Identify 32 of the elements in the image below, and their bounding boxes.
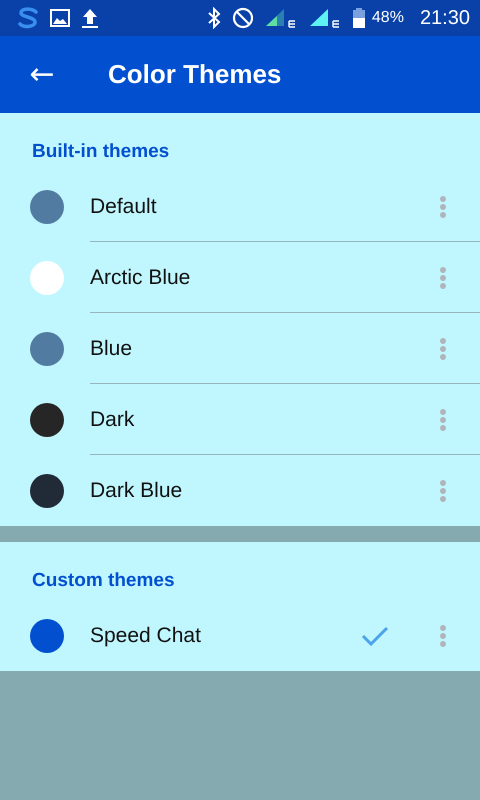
theme-item[interactable]: Speed Chat	[0, 600, 480, 671]
image-icon	[50, 9, 70, 27]
section-header: Custom themes	[31, 569, 176, 593]
theme-name: Speed Chat	[90, 624, 202, 648]
more-options-icon[interactable]	[439, 624, 447, 648]
back-button[interactable]: ←	[0, 57, 84, 92]
section-header: Built-in themes	[31, 140, 170, 164]
theme-name: Arctic Blue	[90, 266, 192, 290]
theme-name: Dark Blue	[90, 478, 184, 502]
signal-icon	[308, 7, 342, 29]
theme-item[interactable]: Blue	[0, 313, 480, 384]
more-options-icon[interactable]	[439, 266, 447, 290]
bluetooth-icon	[206, 7, 222, 29]
signal-icon	[264, 7, 298, 29]
battery-level: 48%	[372, 9, 404, 27]
theme-item[interactable]: Dark Blue	[0, 455, 480, 526]
more-options-icon[interactable]	[439, 336, 447, 360]
theme-name: Dark	[90, 408, 136, 432]
battery-icon	[352, 7, 366, 29]
clock: 21:30	[420, 6, 470, 30]
do-not-disturb-icon	[232, 7, 254, 29]
more-options-icon[interactable]	[439, 478, 447, 502]
theme-item[interactable]: Default	[0, 171, 480, 242]
upload-icon	[80, 7, 100, 29]
theme-item[interactable]: Arctic Blue	[0, 242, 480, 313]
theme-name: Blue	[90, 336, 134, 360]
theme-name: Default	[90, 194, 158, 218]
more-options-icon[interactable]	[439, 194, 447, 218]
screen-title: Color Themes	[108, 59, 282, 90]
app-logo-icon	[16, 7, 40, 29]
theme-item[interactable]: Dark	[0, 384, 480, 455]
more-options-icon[interactable]	[439, 408, 447, 432]
